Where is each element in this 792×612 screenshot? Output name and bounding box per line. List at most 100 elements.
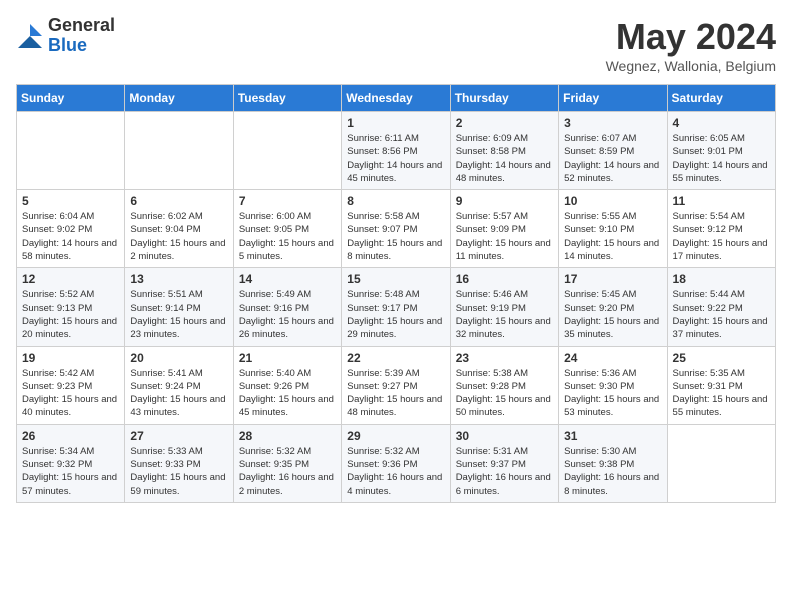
calendar-week-row: 1Sunrise: 6:11 AM Sunset: 8:56 PM Daylig… <box>17 112 776 190</box>
location-subtitle: Wegnez, Wallonia, Belgium <box>606 58 776 74</box>
calendar-cell: 2 Sunrise: 6:09 AM Sunset: 8:58 PM Daylig… <box>450 112 558 190</box>
calendar-week-row: 26Sunrise: 5:34 AM Sunset: 9:32 PM Dayli… <box>17 424 776 502</box>
day-number: 28 <box>239 429 336 443</box>
day-number: 2 <box>456 116 553 130</box>
day-info: Sunrise: 5:49 AM Sunset: 9:16 PM Dayligh… <box>239 288 336 341</box>
weekday-header-friday: Friday <box>559 85 667 112</box>
day-number: 15 <box>347 272 444 286</box>
day-info: Sunrise: 5:30 AM Sunset: 9:38 PM Dayligh… <box>564 445 661 498</box>
day-info: Sunrise: 5:51 AM Sunset: 9:14 PM Dayligh… <box>130 288 227 341</box>
day-info: Sunrise: 5:55 AM Sunset: 9:10 PM Dayligh… <box>564 210 661 263</box>
day-info: Sunrise: 5:58 AM Sunset: 9:07 PM Dayligh… <box>347 210 444 263</box>
calendar-cell <box>233 112 341 190</box>
calendar-week-row: 5 Sunrise: 6:04 AM Sunset: 9:02 PM Daylig… <box>17 190 776 268</box>
weekday-header-thursday: Thursday <box>450 85 558 112</box>
calendar-cell: 24 Sunrise: 5:36 AM Sunset: 9:30 PM Dayli… <box>559 346 667 424</box>
day-number: 10 <box>564 194 661 208</box>
logo: General Blue <box>16 16 115 56</box>
calendar-cell: 6 Sunrise: 6:02 AM Sunset: 9:04 PM Daylig… <box>125 190 233 268</box>
calendar-cell: 9 Sunrise: 5:57 AM Sunset: 9:09 PM Daylig… <box>450 190 558 268</box>
day-number: 24 <box>564 351 661 365</box>
calendar-cell: 21 Sunrise: 5:40 AM Sunset: 9:26 PM Dayli… <box>233 346 341 424</box>
day-number: 9 <box>456 194 553 208</box>
day-info: Sunrise: 5:45 AM Sunset: 9:20 PM Dayligh… <box>564 288 661 341</box>
calendar-cell: 31Sunrise: 5:30 AM Sunset: 9:38 PM Dayli… <box>559 424 667 502</box>
calendar-cell: 20Sunrise: 5:41 AM Sunset: 9:24 PM Dayli… <box>125 346 233 424</box>
calendar-header: SundayMondayTuesdayWednesdayThursdayFrid… <box>17 85 776 112</box>
day-number: 12 <box>22 272 119 286</box>
calendar-cell: 29 Sunrise: 5:32 AM Sunset: 9:36 PM Dayli… <box>342 424 450 502</box>
title-block: May 2024 Wegnez, Wallonia, Belgium <box>606 16 776 74</box>
calendar-cell: 4 Sunrise: 6:05 AM Sunset: 9:01 PM Daylig… <box>667 112 775 190</box>
day-info: Sunrise: 5:38 AM Sunset: 9:28 PM Dayligh… <box>456 367 553 420</box>
day-info: Sunrise: 6:00 AM Sunset: 9:05 PM Dayligh… <box>239 210 336 263</box>
calendar-cell: 30 Sunrise: 5:31 AM Sunset: 9:37 PM Dayli… <box>450 424 558 502</box>
day-info: Sunrise: 5:31 AM Sunset: 9:37 PM Dayligh… <box>456 445 553 498</box>
calendar-cell: 7 Sunrise: 6:00 AM Sunset: 9:05 PM Daylig… <box>233 190 341 268</box>
calendar-cell: 3Sunrise: 6:07 AM Sunset: 8:59 PM Daylig… <box>559 112 667 190</box>
logo-general: General <box>48 16 115 36</box>
day-number: 4 <box>673 116 770 130</box>
day-info: Sunrise: 6:02 AM Sunset: 9:04 PM Dayligh… <box>130 210 227 263</box>
day-number: 7 <box>239 194 336 208</box>
day-number: 14 <box>239 272 336 286</box>
day-info: Sunrise: 5:36 AM Sunset: 9:30 PM Dayligh… <box>564 367 661 420</box>
day-number: 11 <box>673 194 770 208</box>
calendar-cell: 26Sunrise: 5:34 AM Sunset: 9:32 PM Dayli… <box>17 424 125 502</box>
day-info: Sunrise: 6:04 AM Sunset: 9:02 PM Dayligh… <box>22 210 119 263</box>
day-number: 30 <box>456 429 553 443</box>
calendar-cell <box>125 112 233 190</box>
day-number: 17 <box>564 272 661 286</box>
calendar-cell <box>17 112 125 190</box>
day-number: 27 <box>130 429 227 443</box>
calendar-cell: 17 Sunrise: 5:45 AM Sunset: 9:20 PM Dayli… <box>559 268 667 346</box>
day-number: 5 <box>22 194 119 208</box>
day-number: 8 <box>347 194 444 208</box>
day-info: Sunrise: 5:40 AM Sunset: 9:26 PM Dayligh… <box>239 367 336 420</box>
calendar-cell: 1Sunrise: 6:11 AM Sunset: 8:56 PM Daylig… <box>342 112 450 190</box>
day-number: 16 <box>456 272 553 286</box>
day-info: Sunrise: 5:42 AM Sunset: 9:23 PM Dayligh… <box>22 367 119 420</box>
page-header: General Blue May 2024 Wegnez, Wallonia, … <box>16 16 776 74</box>
day-info: Sunrise: 6:09 AM Sunset: 8:58 PM Dayligh… <box>456 132 553 185</box>
calendar-cell: 5 Sunrise: 6:04 AM Sunset: 9:02 PM Daylig… <box>17 190 125 268</box>
day-number: 21 <box>239 351 336 365</box>
logo-icon <box>16 22 44 50</box>
weekday-header-row: SundayMondayTuesdayWednesdayThursdayFrid… <box>17 85 776 112</box>
calendar-cell: 23 Sunrise: 5:38 AM Sunset: 9:28 PM Dayli… <box>450 346 558 424</box>
calendar-cell: 15 Sunrise: 5:48 AM Sunset: 9:17 PM Dayli… <box>342 268 450 346</box>
weekday-header-monday: Monday <box>125 85 233 112</box>
logo-text: General Blue <box>48 16 115 56</box>
day-info: Sunrise: 5:54 AM Sunset: 9:12 PM Dayligh… <box>673 210 770 263</box>
day-info: Sunrise: 5:32 AM Sunset: 9:36 PM Dayligh… <box>347 445 444 498</box>
calendar-body: 1Sunrise: 6:11 AM Sunset: 8:56 PM Daylig… <box>17 112 776 503</box>
day-info: Sunrise: 6:07 AM Sunset: 8:59 PM Dayligh… <box>564 132 661 185</box>
day-number: 22 <box>347 351 444 365</box>
day-info: Sunrise: 5:33 AM Sunset: 9:33 PM Dayligh… <box>130 445 227 498</box>
day-number: 19 <box>22 351 119 365</box>
calendar-week-row: 12 Sunrise: 5:52 AM Sunset: 9:13 PM Dayli… <box>17 268 776 346</box>
calendar-cell: 12 Sunrise: 5:52 AM Sunset: 9:13 PM Dayli… <box>17 268 125 346</box>
logo-blue: Blue <box>48 36 115 56</box>
month-year-title: May 2024 <box>606 16 776 58</box>
day-info: Sunrise: 5:48 AM Sunset: 9:17 PM Dayligh… <box>347 288 444 341</box>
day-number: 13 <box>130 272 227 286</box>
day-number: 23 <box>456 351 553 365</box>
day-number: 1 <box>347 116 444 130</box>
day-info: Sunrise: 6:05 AM Sunset: 9:01 PM Dayligh… <box>673 132 770 185</box>
day-info: Sunrise: 5:52 AM Sunset: 9:13 PM Dayligh… <box>22 288 119 341</box>
day-number: 29 <box>347 429 444 443</box>
calendar-cell: 8 Sunrise: 5:58 AM Sunset: 9:07 PM Daylig… <box>342 190 450 268</box>
day-info: Sunrise: 5:39 AM Sunset: 9:27 PM Dayligh… <box>347 367 444 420</box>
day-info: Sunrise: 5:46 AM Sunset: 9:19 PM Dayligh… <box>456 288 553 341</box>
calendar-cell: 14 Sunrise: 5:49 AM Sunset: 9:16 PM Dayli… <box>233 268 341 346</box>
calendar-cell: 13 Sunrise: 5:51 AM Sunset: 9:14 PM Dayli… <box>125 268 233 346</box>
calendar-week-row: 19 Sunrise: 5:42 AM Sunset: 9:23 PM Dayli… <box>17 346 776 424</box>
calendar-table: SundayMondayTuesdayWednesdayThursdayFrid… <box>16 84 776 503</box>
day-number: 6 <box>130 194 227 208</box>
weekday-header-saturday: Saturday <box>667 85 775 112</box>
calendar-cell: 11 Sunrise: 5:54 AM Sunset: 9:12 PM Dayli… <box>667 190 775 268</box>
calendar-cell: 10 Sunrise: 5:55 AM Sunset: 9:10 PM Dayli… <box>559 190 667 268</box>
day-info: Sunrise: 5:57 AM Sunset: 9:09 PM Dayligh… <box>456 210 553 263</box>
day-number: 18 <box>673 272 770 286</box>
